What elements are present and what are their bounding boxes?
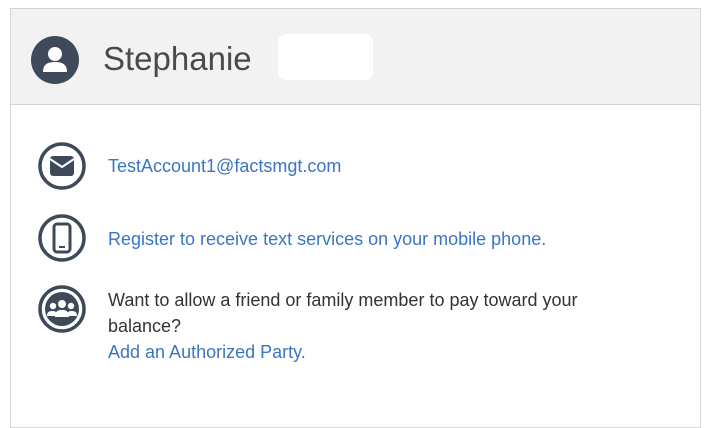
register-sms-link[interactable]: Register to receive text services on you… <box>108 226 546 252</box>
add-authorized-party-link[interactable]: Add an Authorized Party. <box>108 342 306 362</box>
profile-header: Stephanie <box>11 9 700 105</box>
authorized-party-prompt: Want to allow a friend or family member … <box>108 287 578 365</box>
profile-card: Stephanie TestAccount1@factsmgt.com Regi… <box>10 8 701 428</box>
authorized-prompt-line1: Want to allow a friend or family member … <box>108 290 578 310</box>
group-people-icon <box>38 285 86 333</box>
envelope-icon <box>38 142 86 190</box>
redacted-surname <box>278 34 373 80</box>
authorized-prompt-line2: balance? <box>108 316 182 336</box>
email-link[interactable]: TestAccount1@factsmgt.com <box>108 153 341 179</box>
user-name: Stephanie <box>103 40 252 77</box>
mobile-phone-icon <box>38 214 86 262</box>
user-avatar-icon <box>31 36 79 84</box>
